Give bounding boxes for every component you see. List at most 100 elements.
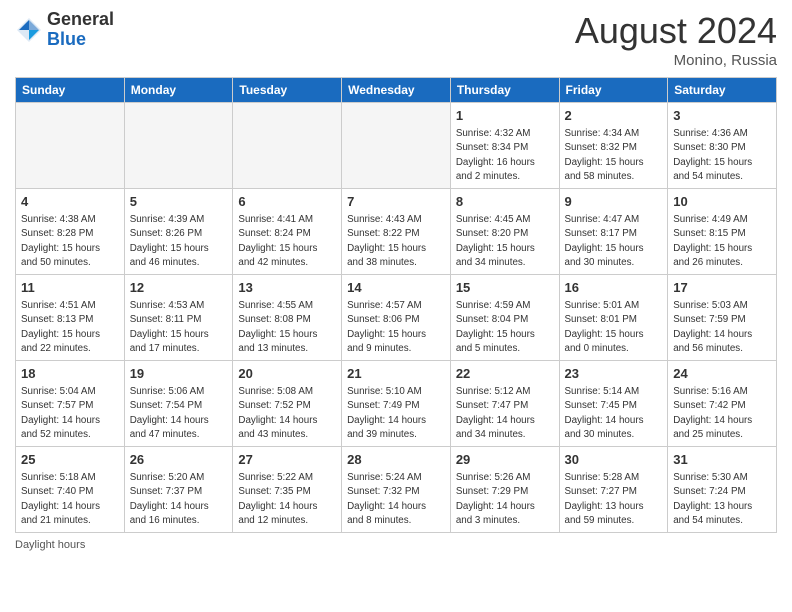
day-info: Sunrise: 5:18 AM Sunset: 7:40 PM Dayligh… xyxy=(21,471,119,528)
day-number: 30 xyxy=(565,451,663,469)
logo-blue: Blue xyxy=(47,30,114,50)
calendar-cell: 10 Sunrise: 4:49 AM Sunset: 8:15 PM Dayli… xyxy=(668,189,777,275)
day-number: 24 xyxy=(673,365,771,383)
day-info: Sunrise: 5:04 AM Sunset: 7:57 PM Dayligh… xyxy=(21,385,119,442)
day-info: Sunrise: 5:22 AM Sunset: 7:35 PM Dayligh… xyxy=(238,471,336,528)
day-info: Sunrise: 5:24 AM Sunset: 7:32 PM Dayligh… xyxy=(347,471,445,528)
day-info: Sunrise: 4:45 AM Sunset: 8:20 PM Dayligh… xyxy=(456,213,554,270)
day-info: Sunrise: 4:55 AM Sunset: 8:08 PM Dayligh… xyxy=(238,299,336,356)
day-number: 15 xyxy=(456,279,554,297)
calendar-cell: 28 Sunrise: 5:24 AM Sunset: 7:32 PM Dayli… xyxy=(342,447,451,533)
day-number: 19 xyxy=(130,365,228,383)
weekday-header-row: Sunday Monday Tuesday Wednesday Thursday… xyxy=(16,78,777,103)
day-number: 2 xyxy=(565,107,663,125)
day-info: Sunrise: 4:43 AM Sunset: 8:22 PM Dayligh… xyxy=(347,213,445,270)
calendar-week-4: 18 Sunrise: 5:04 AM Sunset: 7:57 PM Dayli… xyxy=(16,361,777,447)
day-info: Sunrise: 4:34 AM Sunset: 8:32 PM Dayligh… xyxy=(565,127,663,184)
title-block: August 2024 Monino, Russia xyxy=(575,10,777,69)
calendar-cell: 20 Sunrise: 5:08 AM Sunset: 7:52 PM Dayli… xyxy=(233,361,342,447)
calendar-cell: 19Sunrise: 5:06 AM Sunset: 7:54 PM Dayli… xyxy=(124,361,233,447)
calendar-cell: 5Sunrise: 4:39 AM Sunset: 8:26 PM Daylig… xyxy=(124,189,233,275)
day-number: 21 xyxy=(347,365,445,383)
calendar-cell: 1 Sunrise: 4:32 AM Sunset: 8:34 PM Daylig… xyxy=(450,103,559,189)
calendar-cell: 12Sunrise: 4:53 AM Sunset: 8:11 PM Dayli… xyxy=(124,275,233,361)
day-number: 1 xyxy=(456,107,554,125)
day-number: 18 xyxy=(21,365,119,383)
calendar-cell: 18 Sunrise: 5:04 AM Sunset: 7:57 PM Dayli… xyxy=(16,361,125,447)
day-info: Sunrise: 4:32 AM Sunset: 8:34 PM Dayligh… xyxy=(456,127,554,184)
calendar-cell xyxy=(233,103,342,189)
day-number: 27 xyxy=(238,451,336,469)
day-number: 17 xyxy=(673,279,771,297)
calendar-cell xyxy=(342,103,451,189)
day-number: 22 xyxy=(456,365,554,383)
header-tuesday: Tuesday xyxy=(233,78,342,103)
calendar-week-2: 4 Sunrise: 4:38 AM Sunset: 8:28 PM Daylig… xyxy=(16,189,777,275)
day-info: Sunrise: 5:30 AM Sunset: 7:24 PM Dayligh… xyxy=(673,471,771,528)
day-info: Sunrise: 4:38 AM Sunset: 8:28 PM Dayligh… xyxy=(21,213,119,270)
day-number: 4 xyxy=(21,193,119,211)
day-info: Sunrise: 4:53 AM Sunset: 8:11 PM Dayligh… xyxy=(130,299,228,356)
calendar-cell: 26 Sunrise: 5:20 AM Sunset: 7:37 PM Dayli… xyxy=(124,447,233,533)
day-number: 11 xyxy=(21,279,119,297)
day-info: Sunrise: 4:59 AM Sunset: 8:04 PM Dayligh… xyxy=(456,299,554,356)
day-info: Sunrise: 4:49 AM Sunset: 8:15 PM Dayligh… xyxy=(673,213,771,270)
day-info: Sunrise: 5:03 AM Sunset: 7:59 PM Dayligh… xyxy=(673,299,771,356)
day-info: Sunrise: 5:26 AM Sunset: 7:29 PM Dayligh… xyxy=(456,471,554,528)
day-number: 3 xyxy=(673,107,771,125)
calendar-cell: 16Sunrise: 5:01 AM Sunset: 8:01 PM Dayli… xyxy=(559,275,668,361)
calendar-cell: 17 Sunrise: 5:03 AM Sunset: 7:59 PM Dayli… xyxy=(668,275,777,361)
day-info: Sunrise: 4:57 AM Sunset: 8:06 PM Dayligh… xyxy=(347,299,445,356)
calendar-cell: 15 Sunrise: 4:59 AM Sunset: 8:04 PM Dayli… xyxy=(450,275,559,361)
logo-general: General xyxy=(47,10,114,30)
day-number: 5 xyxy=(130,193,228,211)
calendar-cell: 25 Sunrise: 5:18 AM Sunset: 7:40 PM Dayli… xyxy=(16,447,125,533)
day-info: Sunrise: 5:01 AM Sunset: 8:01 PM Dayligh… xyxy=(565,299,663,356)
calendar-cell: 24 Sunrise: 5:16 AM Sunset: 7:42 PM Dayli… xyxy=(668,361,777,447)
calendar-cell: 14 Sunrise: 4:57 AM Sunset: 8:06 PM Dayli… xyxy=(342,275,451,361)
day-number: 9 xyxy=(565,193,663,211)
calendar-week-3: 11 Sunrise: 4:51 AM Sunset: 8:13 PM Dayli… xyxy=(16,275,777,361)
day-info: Sunrise: 4:51 AM Sunset: 8:13 PM Dayligh… xyxy=(21,299,119,356)
day-info: Sunrise: 5:10 AM Sunset: 7:49 PM Dayligh… xyxy=(347,385,445,442)
header-wednesday: Wednesday xyxy=(342,78,451,103)
calendar-cell: 2 Sunrise: 4:34 AM Sunset: 8:32 PM Daylig… xyxy=(559,103,668,189)
day-number: 25 xyxy=(21,451,119,469)
day-number: 6 xyxy=(238,193,336,211)
calendar-cell xyxy=(124,103,233,189)
calendar-cell: 30Sunrise: 5:28 AM Sunset: 7:27 PM Dayli… xyxy=(559,447,668,533)
calendar-cell: 22Sunrise: 5:12 AM Sunset: 7:47 PM Dayli… xyxy=(450,361,559,447)
day-number: 13 xyxy=(238,279,336,297)
day-number: 31 xyxy=(673,451,771,469)
calendar-table: Sunday Monday Tuesday Wednesday Thursday… xyxy=(15,77,777,533)
day-number: 29 xyxy=(456,451,554,469)
calendar-cell: 8Sunrise: 4:45 AM Sunset: 8:20 PM Daylig… xyxy=(450,189,559,275)
calendar-cell: 11 Sunrise: 4:51 AM Sunset: 8:13 PM Dayli… xyxy=(16,275,125,361)
day-info: Sunrise: 5:20 AM Sunset: 7:37 PM Dayligh… xyxy=(130,471,228,528)
header-friday: Friday xyxy=(559,78,668,103)
day-number: 28 xyxy=(347,451,445,469)
day-info: Sunrise: 4:47 AM Sunset: 8:17 PM Dayligh… xyxy=(565,213,663,270)
calendar-cell: 31 Sunrise: 5:30 AM Sunset: 7:24 PM Dayli… xyxy=(668,447,777,533)
header-sunday: Sunday xyxy=(16,78,125,103)
day-info: Sunrise: 4:36 AM Sunset: 8:30 PM Dayligh… xyxy=(673,127,771,184)
day-number: 14 xyxy=(347,279,445,297)
calendar-cell: 23Sunrise: 5:14 AM Sunset: 7:45 PM Dayli… xyxy=(559,361,668,447)
calendar-cell: 7Sunrise: 4:43 AM Sunset: 8:22 PM Daylig… xyxy=(342,189,451,275)
page-container: General Blue August 2024 Monino, Russia … xyxy=(0,0,792,612)
day-number: 26 xyxy=(130,451,228,469)
calendar-cell: 3 Sunrise: 4:36 AM Sunset: 8:30 PM Daylig… xyxy=(668,103,777,189)
header-monday: Monday xyxy=(124,78,233,103)
daylight-label: Daylight hours xyxy=(15,539,85,551)
day-info: Sunrise: 4:41 AM Sunset: 8:24 PM Dayligh… xyxy=(238,213,336,270)
day-number: 10 xyxy=(673,193,771,211)
header-saturday: Saturday xyxy=(668,78,777,103)
calendar-cell: 9 Sunrise: 4:47 AM Sunset: 8:17 PM Daylig… xyxy=(559,189,668,275)
logo-icon xyxy=(15,16,43,44)
day-info: Sunrise: 5:08 AM Sunset: 7:52 PM Dayligh… xyxy=(238,385,336,442)
logo-text: General Blue xyxy=(47,10,114,50)
day-info: Sunrise: 5:16 AM Sunset: 7:42 PM Dayligh… xyxy=(673,385,771,442)
day-number: 20 xyxy=(238,365,336,383)
calendar-cell: 13 Sunrise: 4:55 AM Sunset: 8:08 PM Dayli… xyxy=(233,275,342,361)
calendar-week-5: 25 Sunrise: 5:18 AM Sunset: 7:40 PM Dayli… xyxy=(16,447,777,533)
